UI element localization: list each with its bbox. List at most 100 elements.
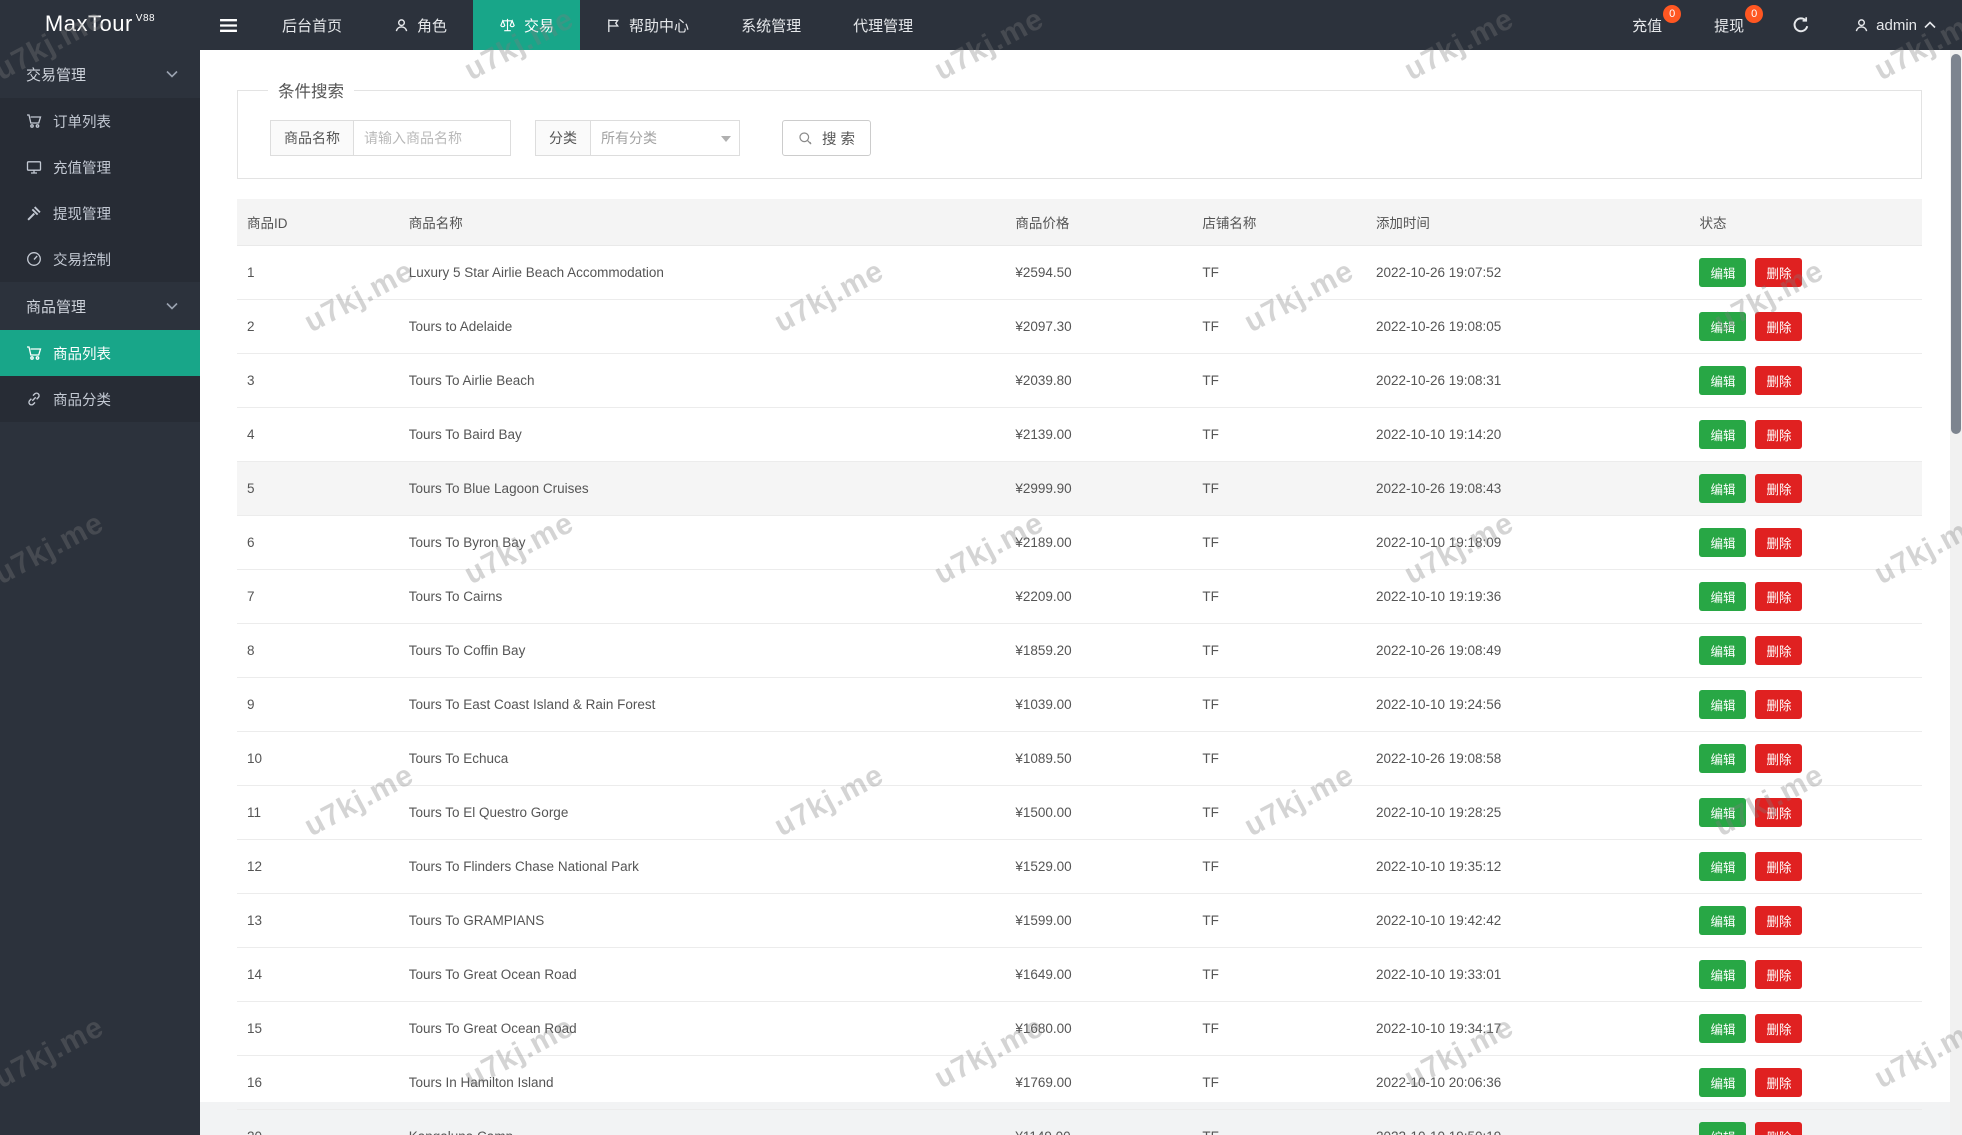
delete-button[interactable]: 删除 [1755, 906, 1803, 935]
recharge-nav-button[interactable]: 充值 0 [1606, 0, 1688, 50]
cell-product-id: 12 [237, 839, 399, 894]
cell-product-name: Tours To Airlie Beach [398, 353, 1006, 408]
delete-button[interactable]: 删除 [1755, 528, 1803, 557]
sidebar-item-recharge-management[interactable]: 充值管理 [0, 144, 200, 190]
nav-item-help-center[interactable]: 帮助中心 [580, 0, 715, 50]
admin-menu[interactable]: admin [1832, 0, 1962, 50]
delete-button[interactable]: 删除 [1755, 1068, 1803, 1097]
edit-button[interactable]: 编辑 [1699, 1014, 1747, 1043]
cell-shop: TF [1192, 299, 1366, 354]
cell-actions: 编辑删除 [1689, 893, 1922, 948]
delete-button[interactable]: 删除 [1755, 312, 1803, 341]
edit-button[interactable]: 编辑 [1699, 312, 1747, 341]
sidebar-item-product-category[interactable]: 商品分类 [0, 376, 200, 422]
edit-button[interactable]: 编辑 [1699, 636, 1747, 665]
cell-added-time: 2022-10-26 19:08:05 [1365, 299, 1690, 354]
col-header-product-name: 商品名称 [398, 199, 1006, 246]
product-table-wrap: 商品ID 商品名称 商品价格 店铺名称 添加时间 状态 1 Luxury 5 St… [237, 199, 1922, 1135]
nav-item-trade[interactable]: 交易 [473, 0, 581, 50]
group-label: 商品管理 [26, 298, 87, 316]
edit-button[interactable]: 编辑 [1699, 690, 1747, 719]
product-name-input[interactable] [353, 120, 511, 156]
sidebar-item-order-list[interactable]: 订单列表 [0, 98, 200, 144]
search-button[interactable]: 搜 索 [782, 120, 872, 156]
delete-button[interactable]: 删除 [1755, 690, 1803, 719]
edit-button[interactable]: 编辑 [1699, 1122, 1747, 1135]
main-content: 条件搜索 商品名称 分类 所有分类 搜 索 [200, 50, 1950, 1135]
cell-added-time: 2022-10-26 19:08:43 [1365, 461, 1690, 516]
edit-button[interactable]: 编辑 [1699, 258, 1747, 287]
cell-shop: TF [1192, 1001, 1366, 1056]
edit-button[interactable]: 编辑 [1699, 906, 1747, 935]
edit-button[interactable]: 编辑 [1699, 1068, 1747, 1097]
delete-button[interactable]: 删除 [1755, 636, 1803, 665]
group-label: 交易管理 [26, 66, 87, 84]
nav-item-dashboard[interactable]: 后台首页 [256, 0, 368, 50]
delete-button[interactable]: 删除 [1755, 258, 1803, 287]
delete-button[interactable]: 删除 [1755, 798, 1803, 827]
cell-price: ¥2039.80 [1005, 353, 1193, 408]
cell-product-name: Tours To Coffin Bay [398, 623, 1006, 678]
sidebar-item-withdraw-management[interactable]: 提现管理 [0, 190, 200, 236]
delete-button[interactable]: 删除 [1755, 1122, 1803, 1135]
cell-actions: 编辑删除 [1689, 785, 1922, 840]
nav-item-system[interactable]: 系统管理 [715, 0, 827, 50]
delete-button[interactable]: 删除 [1755, 474, 1803, 503]
refresh-icon [1792, 16, 1810, 34]
table-row: 1 Luxury 5 Star Airlie Beach Accommodatio… [237, 245, 1922, 300]
delete-button[interactable]: 删除 [1755, 582, 1803, 611]
sidebar-item-trade-control[interactable]: 交易控制 [0, 236, 200, 282]
user-icon [1854, 18, 1869, 33]
delete-button[interactable]: 删除 [1755, 960, 1803, 989]
sidebar-item-label: 商品分类 [53, 392, 111, 409]
table-row: 8 Tours To Coffin Bay ¥1859.20 TF 2022-10-26… [237, 623, 1922, 678]
cell-product-id: 9 [237, 677, 399, 732]
edit-button[interactable]: 编辑 [1699, 474, 1747, 503]
sidebar-item-label: 充值管理 [53, 160, 111, 177]
cell-product-name: Tours To Echuca [398, 731, 1006, 786]
cell-product-name: Tours To East Coast Island & Rain Forest [398, 677, 1006, 732]
nav-item-roles[interactable]: 角色 [368, 0, 473, 50]
cell-added-time: 2022-10-10 19:42:42 [1365, 893, 1690, 948]
table-row: 7 Tours To Cairns ¥2209.00 TF 2022-10-10 19:… [237, 569, 1922, 624]
cart-icon [26, 345, 42, 361]
edit-button[interactable]: 编辑 [1699, 798, 1747, 827]
sidebar-item-product-list[interactable]: 商品列表 [0, 330, 200, 376]
cell-shop: TF [1192, 839, 1366, 894]
scrollbar-thumb[interactable] [1951, 54, 1961, 434]
delete-button[interactable]: 删除 [1755, 852, 1803, 881]
edit-button[interactable]: 编辑 [1699, 960, 1747, 989]
scrollbar[interactable] [1950, 50, 1962, 1135]
category-select[interactable]: 所有分类 [590, 120, 740, 156]
table-row: 14 Tours To Great Ocean Road ¥1649.00 TF 202… [237, 947, 1922, 1002]
col-header-price: 商品价格 [1005, 199, 1193, 246]
cell-shop: TF [1192, 245, 1366, 300]
table-row: 4 Tours To Baird Bay ¥2139.00 TF 2022-10-10 … [237, 407, 1922, 462]
edit-button[interactable]: 编辑 [1699, 528, 1747, 557]
product-table-body: 1 Luxury 5 Star Airlie Beach Accommodatio… [237, 245, 1922, 1135]
sidebar-toggle-button[interactable] [200, 0, 256, 50]
cell-actions: 编辑删除 [1689, 623, 1922, 678]
cell-shop: TF [1192, 785, 1366, 840]
delete-button[interactable]: 删除 [1755, 420, 1803, 449]
edit-button[interactable]: 编辑 [1699, 582, 1747, 611]
withdraw-nav-button[interactable]: 提现 0 [1688, 0, 1770, 50]
delete-button[interactable]: 删除 [1755, 744, 1803, 773]
refresh-button[interactable] [1770, 0, 1832, 50]
sidebar-group-product-management[interactable]: 商品管理 [0, 282, 200, 330]
cell-price: ¥1149.00 [1005, 1109, 1193, 1135]
edit-button[interactable]: 编辑 [1699, 852, 1747, 881]
edit-button[interactable]: 编辑 [1699, 366, 1747, 395]
cell-added-time: 2022-10-10 19:28:25 [1365, 785, 1690, 840]
recharge-label: 充值 [1632, 17, 1663, 35]
edit-button[interactable]: 编辑 [1699, 744, 1747, 773]
edit-button[interactable]: 编辑 [1699, 420, 1747, 449]
nav-item-agent[interactable]: 代理管理 [827, 0, 939, 50]
table-row: 11 Tours To El Questro Gorge ¥1500.00 TF 202… [237, 785, 1922, 840]
delete-button[interactable]: 删除 [1755, 1014, 1803, 1043]
nav-label: 角色 [417, 17, 448, 35]
cell-product-id: 11 [237, 785, 399, 840]
sidebar-group-trade-management[interactable]: 交易管理 [0, 50, 200, 98]
table-row: 10 Tours To Echuca ¥1089.50 TF 2022-10-26 19… [237, 731, 1922, 786]
delete-button[interactable]: 删除 [1755, 366, 1803, 395]
